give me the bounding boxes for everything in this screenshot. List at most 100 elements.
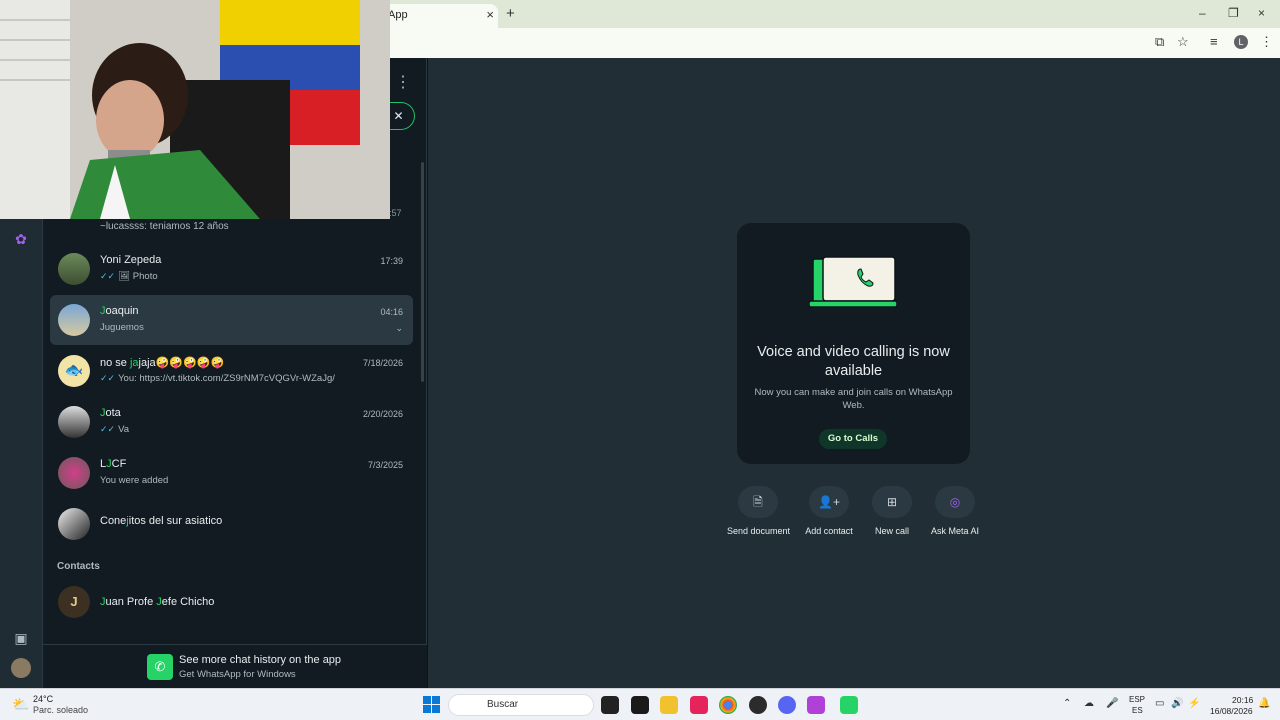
chat-time: 17:39 — [380, 256, 403, 266]
action-label: Add contact — [805, 526, 853, 536]
chat-name: Yoni Zepeda — [100, 254, 162, 266]
whatsapp-logo-icon: ✆ — [147, 654, 173, 680]
chat-preview-row: ✓✓ 🖼 Photo — [100, 271, 158, 282]
keyboard-layout[interactable]: ES — [1132, 706, 1143, 715]
banner-subtitle: Get WhatsApp for Windows — [179, 669, 296, 680]
windows-taskbar: ⛅ 24°C Parc. soleado ⌕ Buscar ⌃ ☁ 🎤 ESP … — [0, 688, 1280, 720]
banner-title: See more chat history on the app — [179, 654, 342, 666]
install-icon[interactable]: ⧉ — [1155, 34, 1164, 50]
chat-time: 7/18/2026 — [362, 358, 403, 368]
video-call-icon: ⊞ — [872, 486, 912, 518]
chat-preview: You: https://vt.tiktok.com/ZS9rNM7cVQGVr… — [118, 373, 335, 384]
avatar[interactable] — [11, 658, 31, 678]
double-check-icon: ✓✓ — [100, 271, 116, 281]
chat-preview: Va — [118, 424, 130, 435]
chat-name: Conejitos del sur asiatico — [100, 515, 223, 527]
clock-time[interactable]: 20:16 — [1232, 695, 1253, 705]
restore-button[interactable]: ❐ — [1228, 6, 1239, 20]
chrome-icon[interactable] — [719, 696, 737, 714]
avatar: 🐟 — [58, 355, 90, 387]
chat-time: 2/20/2026 — [362, 409, 403, 419]
contact-name[interactable]: Juan Profe Jefe Chicho — [100, 596, 214, 608]
chat-name: LJCF — [100, 458, 127, 470]
chevron-up-icon[interactable]: ⌃ — [1063, 698, 1071, 709]
avatar — [58, 508, 90, 540]
battery-icon[interactable]: ⚡ — [1188, 698, 1200, 709]
action-label: New call — [874, 526, 909, 536]
avatar[interactable]: J — [58, 586, 90, 618]
chat-time: 04:16 — [380, 307, 403, 317]
clock-date[interactable]: 16/08/2026 — [1210, 706, 1253, 716]
kebab-menu-icon[interactable]: ⋮ — [1260, 34, 1273, 50]
chat-preview-row: ✓✓ You: https://vt.tiktok.com/ZS9rNM7cVQG… — [100, 373, 335, 384]
windows-start-icon[interactable] — [423, 696, 440, 713]
app-icon[interactable] — [807, 696, 825, 714]
new-tab-button[interactable]: + — [506, 5, 515, 22]
new-call-button[interactable]: ⊞ New call — [861, 486, 923, 536]
volume-icon[interactable]: 🔊 — [1171, 698, 1183, 709]
whatsapp-icon[interactable] — [840, 696, 858, 714]
ask-meta-ai-button[interactable]: ◎ Ask Meta AI — [924, 486, 986, 536]
double-check-icon: ✓✓ — [100, 373, 116, 383]
go-to-calls-button[interactable]: Go to Calls — [819, 429, 887, 449]
task-view-icon[interactable] — [601, 696, 619, 714]
media-gallery-icon[interactable]: ▣ — [12, 630, 30, 648]
obs-icon[interactable] — [749, 696, 767, 714]
chat-preview: You were added — [100, 475, 169, 486]
bookmark-star-icon[interactable]: ☆ — [1177, 34, 1189, 50]
media-icon[interactable]: ≡ — [1210, 34, 1218, 49]
network-icon[interactable]: ▭ — [1155, 698, 1164, 709]
document-icon: 🗎 — [738, 486, 778, 518]
webcam-overlay — [0, 0, 390, 219]
card-title: Voice and video calling is now available — [757, 344, 950, 379]
chat-time: 7/3/2025 — [367, 460, 403, 470]
chat-preview-row: ✓✓ Va — [100, 424, 129, 435]
action-label: Send document — [727, 526, 791, 536]
chat-item[interactable]: LJCF 7/3/2025 You were added — [50, 448, 413, 498]
meta-ai-icon: ◎ — [935, 486, 975, 518]
chat-item[interactable]: 🐟 no se jajaja🤪🤪🤪🤪🤪 7/18/2026 ✓✓ You: htt… — [50, 346, 413, 396]
chat-item[interactable]: Joaquin 04:16 Juguemos ⌄ — [50, 295, 413, 345]
avatar — [58, 304, 90, 336]
chat-item[interactable]: Jota 2/20/2026 ✓✓ Va — [50, 397, 413, 447]
minimize-button[interactable]: – — [1199, 6, 1206, 20]
get-app-banner[interactable]: ✆ See more chat history on the app Get W… — [43, 644, 427, 688]
chat-preview: Juguemos — [100, 322, 144, 333]
close-window-button[interactable]: × — [1258, 6, 1265, 20]
chat-name: Jota — [100, 407, 121, 419]
discord-icon[interactable] — [778, 696, 796, 714]
chat-item[interactable]: Yoni Zepeda 17:39 ✓✓ 🖼 Photo — [50, 244, 413, 294]
action-label: Ask Meta AI — [930, 526, 980, 536]
weather-icon[interactable]: ⛅ — [12, 696, 29, 713]
tiktok-icon[interactable] — [690, 696, 708, 714]
capcut-icon[interactable] — [631, 696, 649, 714]
notification-icon[interactable]: 🔔 — [1258, 698, 1270, 709]
chat-name: no se jajaja🤪🤪🤪🤪🤪 — [100, 357, 225, 369]
taskbar-search-input[interactable]: Buscar — [448, 694, 594, 716]
meta-ai-icon[interactable]: ✿ — [12, 231, 30, 249]
chat-preview: Photo — [132, 271, 158, 282]
microphone-icon[interactable]: 🎤 — [1106, 698, 1118, 709]
calling-illustration-icon — [809, 256, 897, 308]
scrollbar[interactable] — [421, 162, 424, 382]
chat-item[interactable]: Conejitos del sur asiatico — [50, 499, 413, 549]
webcam-image — [0, 0, 390, 219]
onedrive-icon[interactable]: ☁ — [1084, 698, 1094, 709]
language-indicator[interactable]: ESP — [1129, 695, 1145, 704]
file-explorer-icon[interactable] — [660, 696, 678, 714]
avatar — [58, 457, 90, 489]
add-contact-button[interactable]: 👤+ Add contact — [798, 486, 860, 536]
chevron-down-icon[interactable]: ⌄ — [395, 323, 403, 334]
chat-preview: ~lucassss: teniamos 12 años — [100, 221, 229, 232]
menu-icon[interactable]: ⋮ — [395, 72, 411, 92]
calling-card: Voice and video calling is now available… — [737, 223, 970, 464]
profile-avatar[interactable]: L — [1234, 35, 1248, 49]
main-panel: Voice and video calling is now available… — [428, 58, 1280, 688]
weather-temp[interactable]: 24°C — [33, 694, 53, 704]
send-document-button[interactable]: 🗎 Send document — [727, 486, 791, 536]
weather-desc[interactable]: Parc. soleado — [33, 705, 88, 715]
browser-tab[interactable]: App × — [380, 4, 498, 28]
tab-title: App — [388, 9, 408, 21]
chat-name: Joaquin — [100, 305, 139, 317]
tab-close-icon[interactable]: × — [486, 4, 494, 26]
